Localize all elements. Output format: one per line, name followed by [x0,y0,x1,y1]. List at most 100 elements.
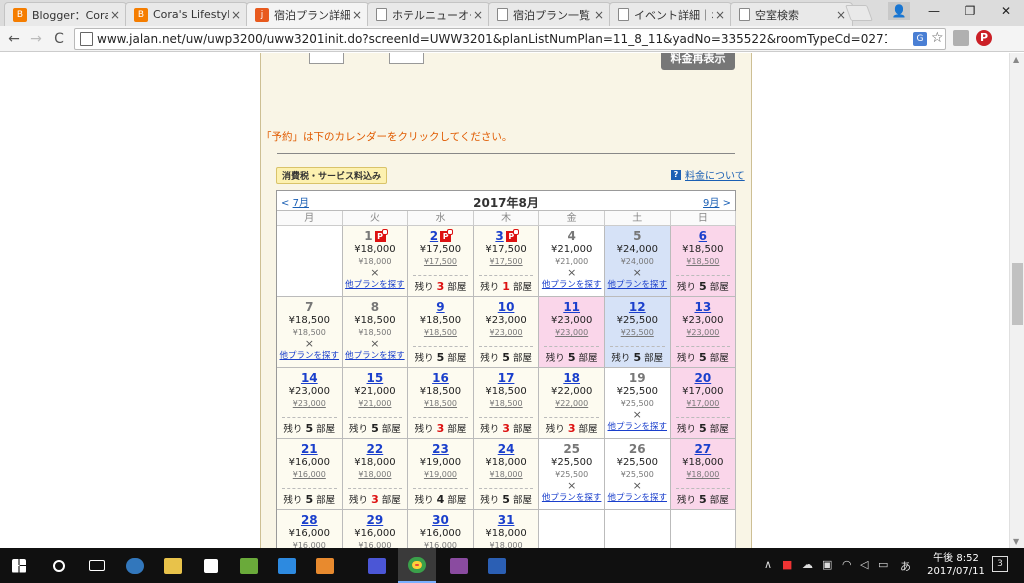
day-number[interactable]: 30 [408,512,473,528]
wifi-icon[interactable]: ◠ [842,558,852,571]
search-icon[interactable] [40,548,78,583]
store-icon[interactable] [192,548,230,583]
scroll-up-icon[interactable]: ▲ [1013,55,1019,64]
tab-blogger-2[interactable]: B Cora's Lifestyle: × [125,2,248,26]
calendar-day-cell[interactable]: 12 ¥25,500 ¥25,500 残り 5 部屋 [604,297,671,368]
back-button[interactable]: ← [4,29,24,49]
tray-app-icon[interactable]: ▣ [822,558,832,571]
close-window-button[interactable]: ✕ [988,0,1024,22]
calendar-day-cell[interactable]: 16 ¥18,500 ¥18,500 残り 3 部屋 [408,368,474,439]
day-number[interactable]: 21 [277,441,342,457]
day-number[interactable]: 31 [474,512,539,528]
tab-close-icon[interactable]: × [229,8,243,22]
redisplay-price-button[interactable]: 料金再表示 [661,53,735,70]
day-number[interactable]: 20 [671,370,736,386]
other-plan-link[interactable]: 他プランを探す [343,279,408,291]
calendar-day-cell[interactable]: 22 ¥18,000 ¥18,000 残り 3 部屋 [342,439,409,510]
fee-info-label[interactable]: 料金について [685,167,745,182]
chrome-icon[interactable] [398,548,436,583]
other-plan-link[interactable]: 他プランを探す [539,492,604,504]
calendar-day-cell[interactable]: 31¥18,000¥18,000残り 5 部屋 [473,510,540,548]
tray-app-icon[interactable]: ■ [782,558,792,571]
volume-icon[interactable]: ◁ [860,558,868,571]
tab-close-icon[interactable]: × [108,8,122,22]
file-explorer-icon[interactable] [154,548,192,583]
bookmark-star-icon[interactable]: ☆ [931,30,944,46]
maximize-button[interactable]: ❐ [952,0,988,22]
calendar-day-cell[interactable]: 29¥16,000¥16,000残り 5 部屋 [342,510,409,548]
tab-close-icon[interactable]: × [592,8,606,22]
date-input[interactable] [389,53,424,64]
new-tab-button[interactable] [845,5,873,21]
day-number[interactable]: 14 [277,370,342,386]
other-plan-link[interactable]: 他プランを探す [605,421,670,433]
next-month-link[interactable]: 9月 > [703,194,731,209]
day-number[interactable]: 22 [343,441,408,457]
extension-icon[interactable] [953,30,969,46]
tab-blogger-1[interactable]: B Blogger：Cora's × [4,2,127,26]
day-number[interactable]: 2P [408,228,473,244]
calendar-day-cell[interactable]: 18 ¥22,000 ¥22,000 残り 3 部屋 [539,368,605,439]
calendar-day-cell[interactable]: 21 ¥16,000 ¥16,000 残り 5 部屋 [277,439,343,510]
calendar-day-cell[interactable]: 2 P ¥17,500 ¥17,500 残り 3 部屋 [408,226,474,297]
notifications-icon[interactable]: 3 [992,556,1008,572]
day-number[interactable]: 17 [474,370,539,386]
pinterest-icon[interactable]: P [976,30,992,46]
day-number[interactable]: 16 [408,370,473,386]
start-icon[interactable] [0,548,38,583]
day-number[interactable]: 9 [408,299,473,315]
word-icon[interactable] [478,548,516,583]
calendar-day-cell[interactable]: 23 ¥19,000 ¥19,000 残り 4 部屋 [408,439,474,510]
calendar-day-cell[interactable]: 3 P ¥17,500 ¥17,500 残り 1 部屋 [473,226,540,297]
tab-plan-detail[interactable]: j 宿泊プラン詳細[ホ × [246,2,369,27]
calendar-day-cell[interactable]: 24 ¥18,000 ¥18,000 残り 5 部屋 [473,439,540,510]
next-month-label[interactable]: 9月 [703,198,719,209]
tab-plan-list[interactable]: 宿泊プラン一覧 × [488,2,611,26]
date-input[interactable] [309,53,344,64]
calendar-day-cell[interactable]: 11 ¥23,000 ¥23,000 残り 5 部屋 [539,297,605,368]
scrollbar-thumb[interactable] [1012,263,1023,325]
translate-icon[interactable]: G [913,32,927,46]
other-plan-link[interactable]: 他プランを探す [605,279,670,291]
task-view-icon[interactable] [78,548,116,583]
cloud-icon[interactable]: ☁ [802,558,813,571]
calendar-day-cell[interactable]: 17 ¥18,500 ¥18,500 残り 3 部屋 [473,368,540,439]
calendar-day-cell[interactable]: 27 ¥18,000 ¥18,000 残り 5 部屋 [670,439,737,510]
calendar-day-cell[interactable]: 15 ¥21,000 ¥21,000 残り 5 部屋 [342,368,409,439]
user-icon[interactable]: 👤 [888,2,910,20]
tab-event[interactable]: イベント詳細｜ホ × [609,2,732,26]
language-icon[interactable]: ▭ [878,558,888,571]
vertical-scrollbar[interactable]: ▲ ▼ [1009,53,1024,548]
media-player-icon[interactable] [230,548,268,583]
calendar-day-cell[interactable]: 30¥16,000¥16,000残り 5 部屋 [408,510,474,548]
day-number[interactable]: 29 [343,512,408,528]
day-number[interactable]: 23 [408,441,473,457]
day-number[interactable]: 28 [277,512,342,528]
tray-chevron-up-icon[interactable]: ∧ [764,558,772,571]
day-number[interactable]: 24 [474,441,539,457]
calendar-day-cell[interactable]: 6 ¥18,500 ¥18,500 残り 5 部屋 [670,226,737,297]
other-plan-link[interactable]: 他プランを探す [539,279,604,291]
day-number[interactable]: 10 [474,299,539,315]
tab-close-icon[interactable]: × [713,8,727,22]
day-number[interactable]: 3P [474,228,539,244]
calendar-day-cell[interactable]: 20 ¥17,000 ¥17,000 残り 5 部屋 [670,368,737,439]
address-bar[interactable]: www.jalan.net/uw/uwp3200/uww3201init.do?… [74,28,946,50]
day-number[interactable]: 13 [671,299,736,315]
calendar-day-cell[interactable]: 13 ¥23,000 ¥23,000 残り 5 部屋 [670,297,737,368]
forward-button[interactable]: → [26,29,46,49]
day-number[interactable]: 11 [539,299,604,315]
other-plan-link[interactable]: 他プランを探す [343,350,408,362]
other-plan-link[interactable]: 他プランを探す [605,492,670,504]
day-number[interactable]: 12 [605,299,670,315]
day-number[interactable]: 18 [539,370,604,386]
url-text[interactable]: www.jalan.net/uw/uwp3200/uww3201init.do?… [97,32,887,46]
day-number[interactable]: 6 [671,228,736,244]
fee-info-link[interactable]: ? 料金について [671,167,745,182]
tab-close-icon[interactable]: × [471,8,485,22]
scroll-down-icon[interactable]: ▼ [1013,537,1019,546]
ime-indicator[interactable]: あ [900,558,911,574]
other-plan-link[interactable]: 他プランを探す [277,350,342,362]
calendar-day-cell[interactable]: 28¥16,000¥16,000残り 5 部屋 [277,510,343,548]
clock[interactable]: 午後 8:52 2017/07/11 [926,552,986,578]
